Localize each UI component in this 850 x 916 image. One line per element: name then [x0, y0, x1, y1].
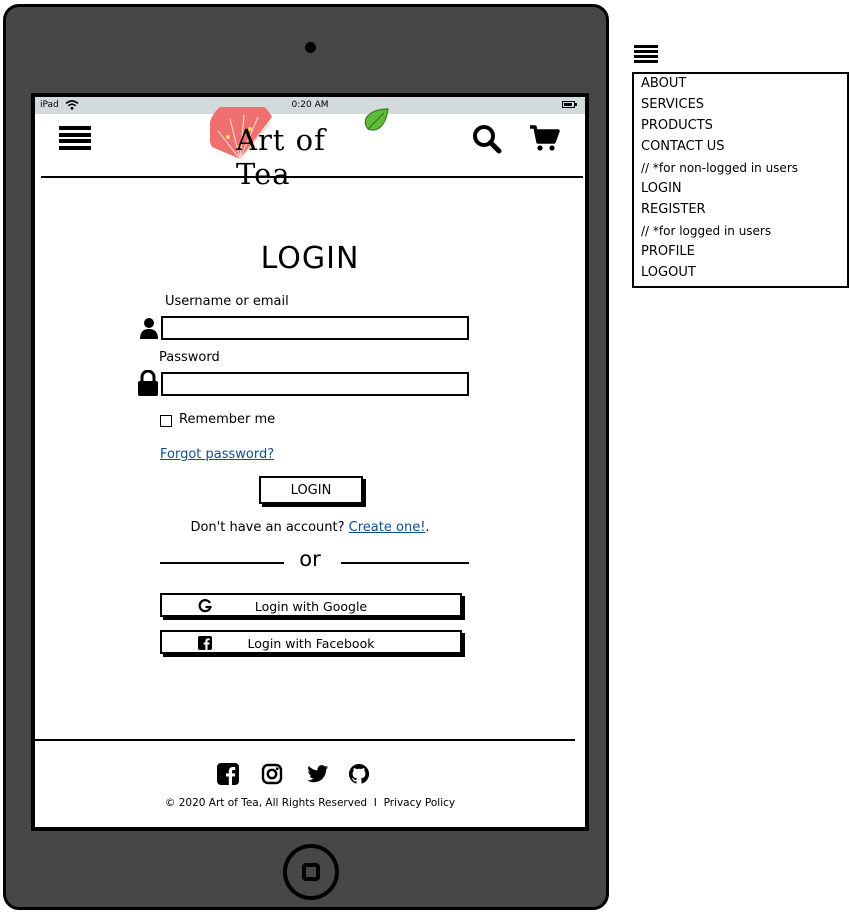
menu-note-logged: // *for logged in users	[641, 224, 772, 238]
login-button[interactable]: LOGIN	[259, 476, 363, 504]
lock-icon	[138, 370, 158, 396]
search-icon[interactable]	[471, 123, 503, 155]
username-input[interactable]	[161, 316, 469, 340]
signup-suffix: .	[425, 520, 430, 535]
menu-note-non-logged: // *for non-logged in users	[641, 161, 799, 175]
remember-me-checkbox[interactable]	[160, 415, 172, 427]
privacy-policy-link[interactable]: Privacy Policy	[384, 797, 456, 809]
password-input[interactable]	[161, 372, 469, 396]
instagram-icon[interactable]	[261, 763, 283, 785]
create-account-link[interactable]: Create one!	[349, 520, 426, 535]
username-label: Username or email	[165, 294, 289, 309]
logo-text: Art of Tea	[236, 123, 326, 191]
shopping-cart-icon[interactable]	[529, 123, 561, 155]
menu-item-logout[interactable]: LOGOUT	[641, 265, 696, 280]
github-icon[interactable]	[348, 763, 370, 785]
password-label: Password	[159, 350, 220, 365]
screen-content: iPad 0:20 AM Art of Tea LOGIN Username o…	[35, 97, 585, 827]
or-divider-right	[341, 562, 469, 564]
forgot-password-link[interactable]: Forgot password?	[160, 447, 274, 462]
facebook-login-button[interactable]: Login with Facebook	[160, 630, 462, 654]
google-login-label: Login with Google	[254, 599, 368, 614]
nav-menu-dropdown: ABOUT SERVICES PRODUCTS CONTACT US // *f…	[632, 72, 849, 288]
social-links	[217, 763, 377, 787]
battery-icon	[562, 101, 577, 108]
tablet-screen: iPad 0:20 AM Art of Tea LOGIN Username o…	[31, 93, 589, 831]
hamburger-menu-icon[interactable]	[59, 126, 91, 150]
google-login-button[interactable]: Login with Google	[160, 593, 462, 617]
copyright-text: © 2020 Art of Tea, All Rights Reserved	[164, 797, 368, 809]
signup-prompt-row: Don't have an account? Create one!.	[35, 520, 585, 535]
menu-item-contact-us[interactable]: CONTACT US	[641, 139, 725, 154]
facebook-login-label: Login with Facebook	[247, 636, 375, 651]
menu-item-login[interactable]: LOGIN	[641, 181, 682, 196]
camera-icon	[305, 42, 316, 53]
menu-item-about[interactable]: ABOUT	[641, 76, 686, 91]
site-logo[interactable]: Art of Tea	[210, 107, 390, 191]
remember-me-label: Remember me	[179, 412, 276, 427]
menu-item-products[interactable]: PRODUCTS	[641, 118, 713, 133]
page-title: LOGIN	[260, 241, 360, 276]
footer-separator: I	[373, 797, 377, 809]
menu-hamburger-icon[interactable]	[634, 45, 658, 63]
copyright-row: © 2020 Art of Tea, All Rights Reserved I…	[35, 797, 585, 809]
menu-item-services[interactable]: SERVICES	[641, 97, 704, 112]
home-button[interactable]	[283, 844, 339, 900]
signup-prompt: Don't have an account?	[190, 520, 345, 535]
or-divider-text: or	[299, 547, 321, 571]
header-divider	[41, 176, 583, 178]
footer-divider	[35, 739, 575, 741]
tablet-frame: iPad 0:20 AM Art of Tea LOGIN Username o…	[3, 4, 609, 910]
menu-item-register[interactable]: REGISTER	[641, 202, 706, 217]
twitter-icon[interactable]	[307, 763, 329, 785]
facebook-icon[interactable]	[217, 763, 239, 785]
user-icon	[140, 318, 158, 339]
menu-item-profile[interactable]: PROFILE	[641, 244, 695, 259]
